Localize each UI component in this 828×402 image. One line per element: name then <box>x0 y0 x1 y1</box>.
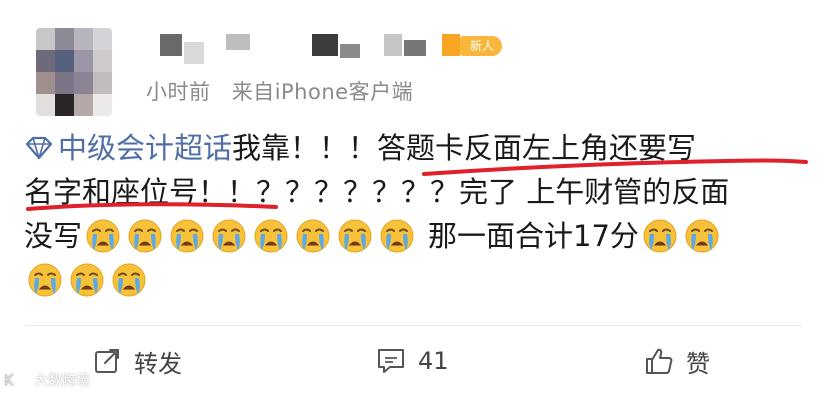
post-text-3-tail: 那一面合计17分 <box>428 219 639 253</box>
super-topic-label: 中级会计超话 <box>58 131 233 165</box>
repost-icon <box>95 349 119 373</box>
post-line-3: 没写 那一面合计17分 <box>24 214 814 258</box>
post-content: 中级会计超话我靠！！！答题卡反面左上角还要写 名字和座位号！！？？？？？？？完了… <box>24 126 814 302</box>
crying-face-emoji <box>212 219 246 253</box>
like-button[interactable]: 赞 <box>644 343 710 379</box>
comment-icon <box>378 349 404 373</box>
crying-face-emoji <box>685 219 719 253</box>
avatar[interactable] <box>36 28 112 116</box>
post-text-1: 我靠！！！答题卡反面左上角还要写 <box>232 131 697 165</box>
repost-label: 转发 <box>134 349 182 378</box>
comment-count: 41 <box>418 347 449 375</box>
crying-face-emoji <box>338 219 372 253</box>
watermark: K 大数跨境 <box>4 370 90 390</box>
crying-face-emoji <box>112 263 146 297</box>
crying-face-emoji <box>254 219 288 253</box>
post-line-4 <box>24 258 814 302</box>
super-topic-link[interactable]: 中级会计超话 <box>24 131 232 165</box>
comment-button[interactable]: 41 <box>376 343 449 379</box>
crying-face-emoji <box>296 219 330 253</box>
source-prefix: 来自 <box>231 80 275 104</box>
action-divider <box>26 325 802 326</box>
crying-face-emoji <box>643 219 677 253</box>
source-app-link[interactable]: iPhone客户端 <box>275 80 413 104</box>
crying-face-emoji <box>380 219 414 253</box>
repost-button[interactable]: 转发 <box>92 343 182 379</box>
post-text-3: 没写 <box>24 219 83 253</box>
diamond-icon <box>25 136 53 160</box>
crying-face-emoji <box>170 219 204 253</box>
like-label: 赞 <box>686 349 710 378</box>
crying-face-emoji <box>28 263 62 297</box>
post-line-2: 名字和座位号！！？？？？？？？完了 上午财管的反面 <box>24 175 730 209</box>
post-time: 小时前 <box>146 80 211 104</box>
username-blurred[interactable] <box>160 34 460 64</box>
thumbs-up-icon <box>646 348 673 374</box>
crying-face-emoji <box>86 219 120 253</box>
post-line-1: 中级会计超话我靠！！！答题卡反面左上角还要写 <box>24 126 814 170</box>
svg-text:K: K <box>4 373 14 389</box>
crying-face-emoji <box>128 219 162 253</box>
post-meta: 小时前 来自iPhone客户端 <box>146 76 413 106</box>
new-user-badge: 新人 <box>460 36 503 56</box>
watermark-text: 大数跨境 <box>34 373 90 389</box>
crying-face-emoji <box>70 263 104 297</box>
watermark-logo: K <box>4 373 29 389</box>
